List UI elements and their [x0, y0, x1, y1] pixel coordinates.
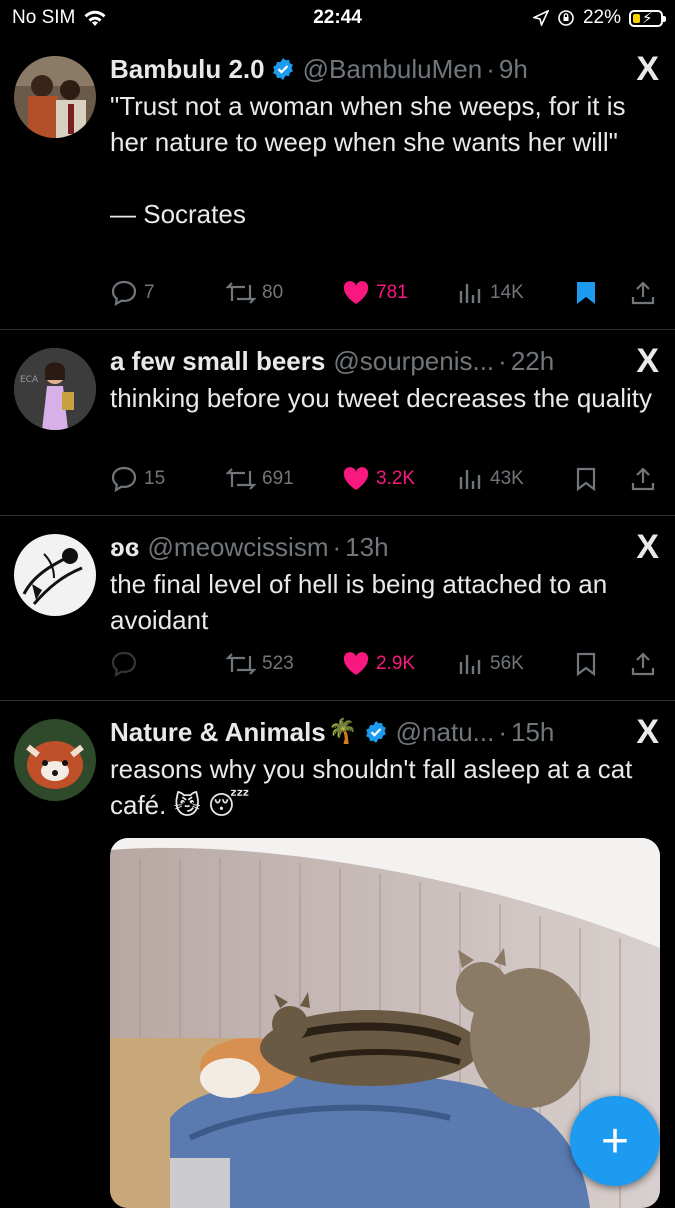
tweet-text: the final level of hell is being attache… — [110, 569, 615, 635]
retweet-button[interactable]: 691 — [226, 467, 294, 491]
reply-icon — [111, 280, 137, 306]
views-button[interactable]: 43K — [458, 467, 524, 491]
share-button[interactable] — [630, 280, 656, 306]
heart-filled-icon — [343, 281, 369, 304]
tweet-text: thinking before you tweet decreases the … — [110, 383, 653, 413]
avatar[interactable] — [14, 534, 96, 616]
avatar[interactable]: ECA — [14, 348, 96, 430]
view-count: 56K — [490, 653, 524, 674]
retweet-icon — [226, 468, 256, 490]
author-name[interactable]: ʚɞ — [110, 530, 140, 564]
author-handle[interactable]: @natu... — [396, 715, 495, 749]
x-logo-icon[interactable]: X — [636, 528, 659, 567]
bookmark-button[interactable] — [574, 651, 598, 677]
verified-badge-icon — [272, 58, 293, 80]
plus-icon: + — [600, 1114, 630, 1168]
retweet-count: 523 — [262, 653, 294, 674]
reply-count: 15 — [144, 468, 166, 489]
tweet[interactable]: ECA a few small beers @sourpenis... · 22… — [0, 330, 675, 516]
author-handle[interactable]: @sourpenis... — [333, 344, 494, 378]
battery-percent: 22% — [582, 7, 621, 28]
heart-filled-icon — [343, 467, 369, 490]
x-logo-icon[interactable]: X — [636, 342, 659, 381]
like-button[interactable]: 2.9K — [342, 651, 415, 677]
retweet-button[interactable]: 80 — [226, 281, 283, 305]
author-handle[interactable]: @BambuluMen — [303, 52, 483, 86]
share-icon — [631, 652, 655, 676]
like-count: 3.2K — [376, 468, 416, 489]
reply-button[interactable] — [110, 651, 144, 677]
view-count: 43K — [490, 468, 524, 489]
tweet-time: 22h — [510, 346, 555, 376]
author-name[interactable]: Bambulu 2.0 — [110, 52, 265, 86]
views-button[interactable]: 14K — [458, 281, 524, 305]
retweet-icon — [226, 282, 256, 304]
bookmark-icon — [576, 467, 596, 492]
views-icon — [459, 655, 481, 674]
x-logo-icon[interactable]: X — [636, 713, 659, 752]
tweet[interactable]: ʚɞ @meowcissism · 13h the final level of… — [0, 516, 675, 701]
battery-icon: ⚡ — [629, 9, 666, 27]
bookmark-button[interactable] — [574, 466, 598, 492]
bookmark-filled-icon — [577, 282, 595, 304]
tweet[interactable]: Bambulu 2.0 @BambuluMen · 9h "Trust not … — [0, 36, 675, 330]
like-count: 781 — [376, 282, 408, 303]
views-icon — [459, 284, 481, 303]
tweet-time: 13h — [345, 532, 389, 562]
retweet-icon — [226, 653, 256, 675]
tweet-time: 9h — [498, 54, 528, 84]
avatar[interactable] — [14, 56, 96, 138]
author-name[interactable]: a few small beers — [110, 344, 325, 378]
retweet-button[interactable]: 523 — [226, 652, 294, 676]
views-icon — [459, 470, 481, 489]
heart-filled-icon — [343, 652, 369, 675]
x-logo-icon[interactable]: X — [636, 50, 659, 89]
retweet-count: 80 — [262, 282, 284, 303]
avatar[interactable] — [14, 719, 96, 801]
author-name[interactable]: Nature & Animals — [110, 715, 326, 749]
tweet-text: reasons why you shouldn't fall asleep at… — [110, 754, 640, 820]
reply-icon — [111, 466, 137, 492]
author-handle[interactable]: @meowcissism — [148, 530, 329, 564]
like-button[interactable]: 781 — [342, 280, 408, 306]
share-button[interactable] — [630, 651, 656, 677]
status-bar: No SIM 22:44 22% ⚡ — [0, 0, 675, 36]
compose-tweet-button[interactable]: + — [570, 1096, 660, 1186]
reply-button[interactable]: 7 — [110, 280, 155, 306]
bookmark-icon — [576, 652, 596, 677]
tweet-time: 15h — [511, 717, 555, 747]
reply-count: 7 — [144, 282, 155, 303]
reply-icon — [111, 651, 137, 677]
share-icon — [631, 467, 655, 491]
orientation-lock-icon — [558, 10, 574, 26]
like-count: 2.9K — [376, 653, 416, 674]
like-button[interactable]: 3.2K — [342, 466, 415, 492]
view-count: 14K — [490, 282, 524, 303]
retweet-count: 691 — [262, 468, 294, 489]
svg-text:ECA: ECA — [20, 375, 39, 385]
tweet-text: "Trust not a woman when she weeps, for i… — [110, 91, 626, 229]
share-icon — [631, 281, 655, 305]
views-button[interactable]: 56K — [458, 652, 524, 676]
location-arrow-icon — [532, 10, 549, 26]
bookmark-button[interactable] — [574, 280, 598, 306]
palm-tree-emoji: 🌴 — [327, 718, 358, 745]
verified-badge-icon — [365, 721, 386, 743]
reply-button[interactable]: 15 — [110, 466, 165, 492]
share-button[interactable] — [630, 466, 656, 492]
